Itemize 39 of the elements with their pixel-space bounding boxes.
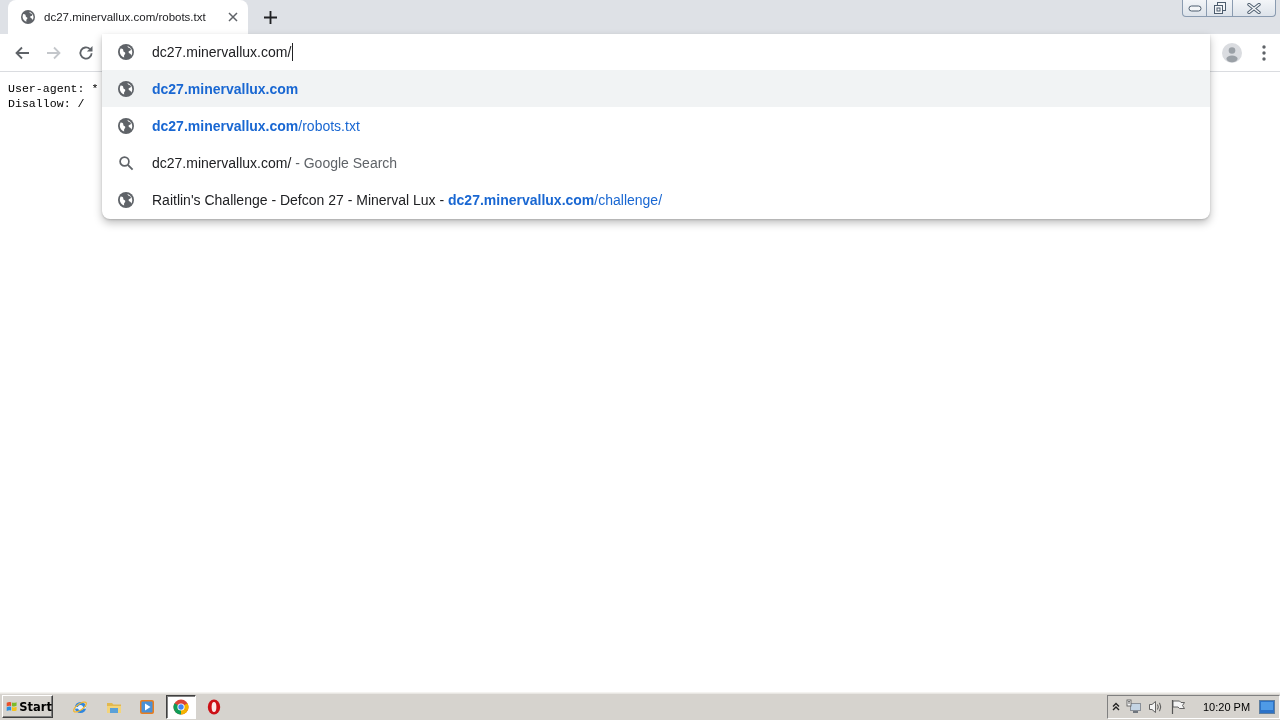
orbit-logo-icon	[72, 698, 88, 715]
restore-button[interactable]	[1207, 0, 1233, 17]
suggestion-item[interactable]: dc27.minervallux.com/ - Google Search	[102, 144, 1210, 181]
restore-icon	[1213, 2, 1226, 14]
four-pane-logo-icon	[6, 699, 18, 714]
reload-icon[interactable]	[78, 44, 94, 61]
start-button[interactable]: Start	[2, 695, 53, 718]
ring-icon	[206, 698, 222, 715]
search-icon	[118, 154, 134, 171]
browser-tab[interactable]: dc27.minervallux.com/robots.txt	[8, 0, 248, 34]
flag-icon[interactable]	[1170, 698, 1186, 715]
suggestion-item[interactable]: Raitlin's Challenge - Defcon 27 - Minerval Lux - dc27.minervallux.com/challenge/	[102, 181, 1210, 218]
taskbar-button[interactable]	[165, 694, 196, 719]
globe-icon	[118, 44, 134, 60]
close-icon[interactable]	[228, 12, 238, 22]
clock-text: 10:20 PM	[1203, 700, 1251, 713]
speaker-icon[interactable]	[1148, 698, 1164, 715]
text-line: Disallow: /	[8, 96, 85, 111]
globe-icon	[118, 191, 134, 208]
left-arrow-icon[interactable]	[14, 44, 30, 61]
text-line: User-agent: *	[8, 81, 99, 96]
close-button[interactable]	[1233, 0, 1276, 17]
menu-icon[interactable]	[1262, 44, 1266, 61]
minimize-button[interactable]	[1182, 0, 1207, 17]
avatar-icon[interactable]	[1222, 42, 1242, 63]
address-field[interactable]: dc27.minervallux.com/	[152, 40, 1200, 64]
network-icon[interactable]	[1126, 698, 1142, 715]
circle-logo-icon	[172, 698, 189, 715]
chevron-up-icon[interactable]	[1112, 702, 1120, 711]
globe-icon	[21, 10, 35, 24]
desktop-icon[interactable]	[1259, 699, 1276, 714]
globe-icon	[118, 117, 134, 134]
plus-icon[interactable]	[264, 10, 277, 24]
suggestion-item[interactable]: dc27.minervallux.com/robots.txt	[102, 107, 1210, 144]
globe-icon	[118, 80, 134, 97]
play-icon	[139, 698, 155, 715]
minimize-icon	[1187, 4, 1202, 12]
suggestion-item[interactable]: dc27.minervallux.com	[102, 70, 1210, 107]
close-icon	[1247, 2, 1261, 14]
